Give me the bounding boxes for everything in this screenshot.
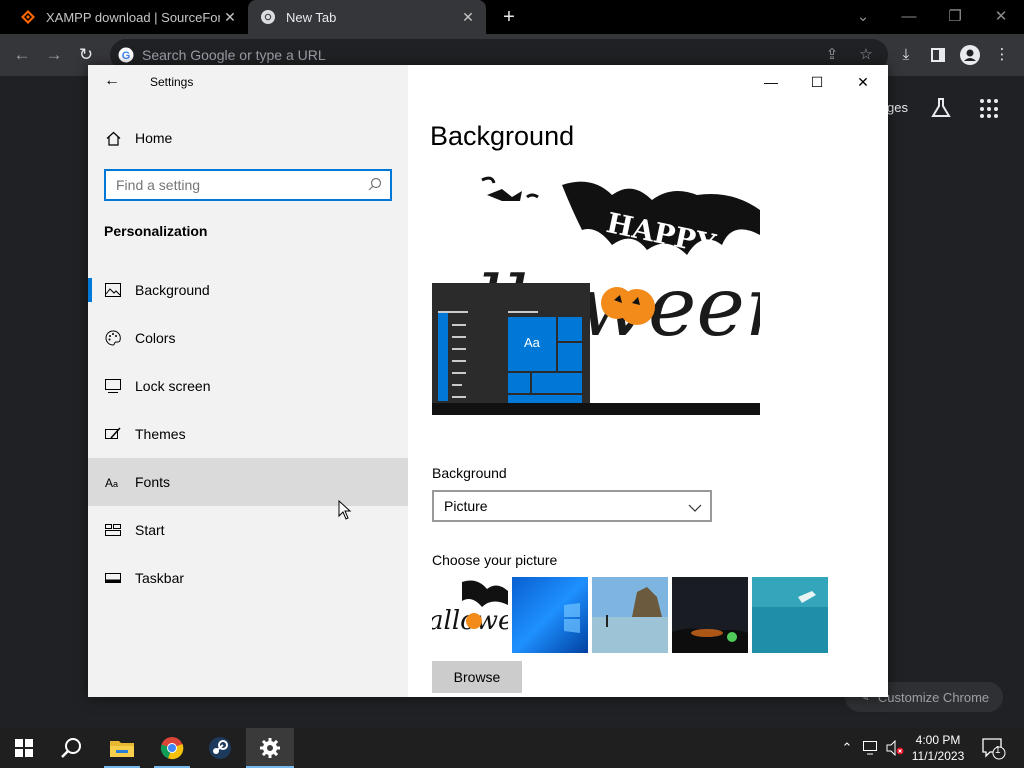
sidebar-item-label: Fonts <box>135 474 171 490</box>
window-title: Settings <box>150 75 194 89</box>
minimize-button[interactable]: — <box>748 69 794 95</box>
restore-button[interactable]: ❐ <box>932 4 978 30</box>
notification-count: 1 <box>995 745 1001 756</box>
picture-thumbnail[interactable] <box>752 577 828 653</box>
google-apps-icon[interactable] <box>980 99 1000 119</box>
section-title: Personalization <box>104 223 208 239</box>
customize-label: Customize Chrome <box>877 689 990 705</box>
search-icon <box>368 177 384 193</box>
download-icon[interactable]: ⤓ <box>894 43 918 67</box>
settings-content: — ☐ ✕ Background HAPPY alloween <box>408 65 888 697</box>
sidebar-item-taskbar[interactable]: Taskbar <box>88 554 408 602</box>
svg-text:G: G <box>122 50 131 62</box>
start-icon <box>104 524 122 536</box>
chevron-down-icon <box>688 500 702 512</box>
picture-thumbnail[interactable] <box>592 577 668 653</box>
sidebar-item-label: Colors <box>135 330 176 346</box>
start-button[interactable] <box>0 728 48 768</box>
close-tab-icon[interactable]: ✕ <box>458 9 478 26</box>
chrome-icon[interactable] <box>148 728 196 768</box>
sidebar-item-label: Start <box>135 522 165 538</box>
chrome-icon <box>260 9 276 25</box>
kebab-menu-icon[interactable]: ⋮ <box>990 43 1014 67</box>
preview-tile-text: Aa <box>524 335 540 350</box>
sidebar-item-label: Lock screen <box>135 378 211 394</box>
sidebar-item-themes[interactable]: Themes <box>88 410 408 458</box>
maximize-button[interactable]: ☐ <box>794 69 840 95</box>
minimize-button[interactable]: — <box>886 4 932 30</box>
bookmark-star-icon[interactable]: ☆ <box>856 45 876 65</box>
tab-search-icon[interactable]: ⌄ <box>840 4 886 30</box>
tab-new-tab[interactable]: New Tab ✕ <box>248 0 486 34</box>
tab-strip: XAMPP download | SourceForge ✕ New Tab ✕… <box>0 0 1024 34</box>
sidebar-item-fonts[interactable]: Aa Fonts <box>88 458 408 506</box>
background-type-dropdown[interactable]: Picture <box>432 490 712 522</box>
tab-title: New Tab <box>286 9 337 25</box>
mouse-cursor-icon <box>338 499 352 520</box>
page-title: Background <box>430 121 575 151</box>
sidebar-item-lock-screen[interactable]: Lock screen <box>88 362 408 410</box>
forward-arrow-icon[interactable]: → <box>42 43 66 67</box>
close-tab-icon[interactable]: ✕ <box>220 9 240 26</box>
home-nav-item[interactable]: Home <box>88 119 408 157</box>
brush-icon <box>104 426 122 442</box>
steam-icon[interactable] <box>196 728 244 768</box>
settings-window: ← Settings Home Find a setting Personali… <box>88 65 888 697</box>
sidebar-item-background[interactable]: Background <box>88 266 408 314</box>
profile-avatar-icon[interactable] <box>958 43 982 67</box>
sourceforge-icon <box>20 9 36 25</box>
file-explorer-icon[interactable] <box>98 728 146 768</box>
network-icon[interactable] <box>862 738 880 758</box>
settings-search-input[interactable]: Find a setting <box>104 169 392 201</box>
clock-date: 11/1/2023 <box>911 749 965 763</box>
google-icon: G <box>118 47 134 63</box>
images-link[interactable]: ges <box>887 100 908 115</box>
sidebar-item-label: Taskbar <box>135 570 185 586</box>
picture-thumbnail[interactable] <box>672 577 748 653</box>
lock-screen-icon <box>104 379 122 393</box>
picture-icon <box>104 283 122 297</box>
svg-text:a: a <box>113 479 118 489</box>
search-placeholder: Find a setting <box>116 177 201 193</box>
choose-picture-label: Choose your picture <box>432 552 558 568</box>
browse-button[interactable]: Browse <box>432 661 522 693</box>
settings-icon[interactable] <box>246 728 294 768</box>
clock-time: 4:00 PM <box>915 733 961 747</box>
system-clock[interactable]: 4:00 PM 11/1/2023 <box>904 732 972 764</box>
close-window-button[interactable]: ✕ <box>840 69 886 95</box>
font-icon: Aa <box>104 475 122 489</box>
sidebar-item-label: Themes <box>135 426 186 442</box>
labs-flask-icon[interactable] <box>930 97 952 119</box>
home-icon <box>105 131 121 146</box>
notification-center-icon[interactable]: 1 <box>982 738 1006 760</box>
tab-sourceforge[interactable]: XAMPP download | SourceForge ✕ <box>8 0 248 34</box>
settings-sidebar: ← Settings Home Find a setting Personali… <box>88 65 408 697</box>
background-label: Background <box>432 465 507 481</box>
home-label: Home <box>135 130 173 146</box>
sidebar-item-colors[interactable]: Colors <box>88 314 408 362</box>
taskbar-icon <box>104 573 122 583</box>
back-arrow-icon[interactable]: ← <box>10 43 34 67</box>
omnibox-placeholder: Search Google or type a URL <box>142 47 326 63</box>
dropdown-value: Picture <box>444 498 488 514</box>
sidebar-item-label: Background <box>135 282 210 298</box>
search-icon[interactable] <box>48 728 96 768</box>
back-arrow-icon[interactable]: ← <box>102 71 122 91</box>
windows-logo-icon <box>15 739 33 757</box>
share-icon[interactable]: ⇪ <box>822 45 842 65</box>
palette-icon <box>104 330 122 346</box>
tab-title: XAMPP download | SourceForge <box>46 9 220 25</box>
reload-icon[interactable]: ↻ <box>74 43 98 67</box>
picture-thumbnail[interactable]: alloween <box>432 577 508 653</box>
picture-thumbnail[interactable] <box>512 577 588 653</box>
background-preview: HAPPY alloween <box>432 175 760 415</box>
sidebar-item-start[interactable]: Start <box>88 506 408 554</box>
side-panel-icon[interactable] <box>926 43 950 67</box>
close-window-button[interactable]: ✕ <box>978 4 1024 30</box>
taskbar: ⌃ 4:00 PM 11/1/2023 1 <box>0 728 1024 768</box>
chevron-up-icon[interactable]: ⌃ <box>838 738 856 758</box>
new-tab-button[interactable]: + <box>498 6 520 28</box>
svg-text:A: A <box>105 476 113 489</box>
volume-muted-icon[interactable] <box>886 738 904 758</box>
